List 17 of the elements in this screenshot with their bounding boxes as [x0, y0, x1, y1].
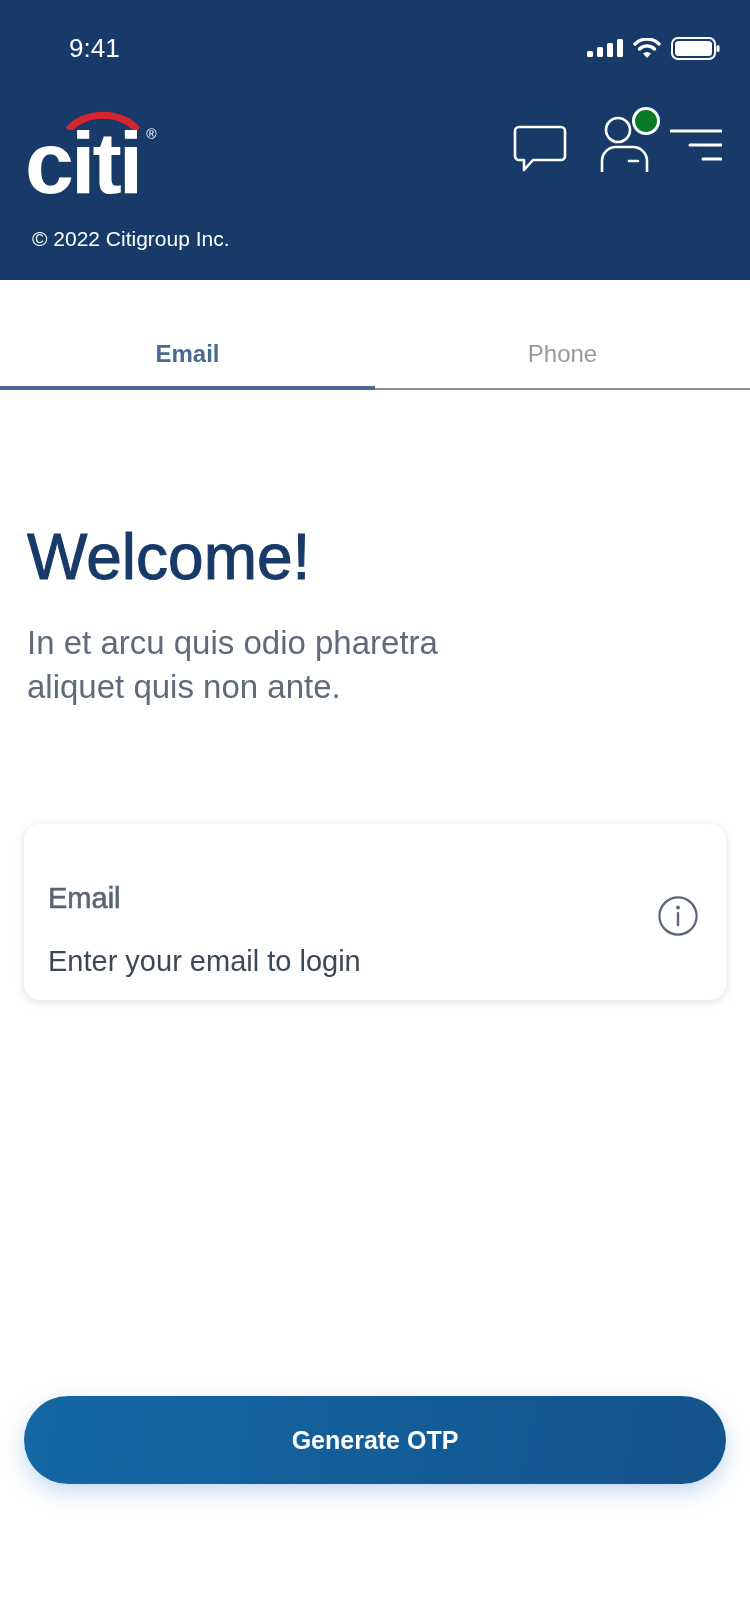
- logo-text: citi: [25, 130, 141, 196]
- info-icon[interactable]: [658, 895, 698, 936]
- field-label: Email: [48, 881, 121, 916]
- tab[interactable]: Phone: [375, 280, 750, 390]
- welcome-text: In et arcu quis odio pharetra aliquet quis non ante.: [27, 623, 439, 707]
- generate-otp-button[interactable]: Generate OTP: [24, 1396, 726, 1484]
- registered-mark: ®: [146, 126, 157, 142]
- status-time: 9:41: [69, 33, 120, 63]
- email-input[interactable]: Enter your email to login: [48, 943, 658, 979]
- welcome-heading: Welcome!: [27, 520, 311, 595]
- signal-icon: [587, 39, 623, 57]
- chat-icon[interactable]: [513, 125, 567, 173]
- tab[interactable]: Email: [0, 280, 375, 390]
- battery-icon: [671, 36, 720, 60]
- menu-icon[interactable]: [670, 129, 722, 161]
- copyright-text: © 2022 Citigroup Inc.: [32, 226, 230, 253]
- wifi-icon: [633, 37, 661, 59]
